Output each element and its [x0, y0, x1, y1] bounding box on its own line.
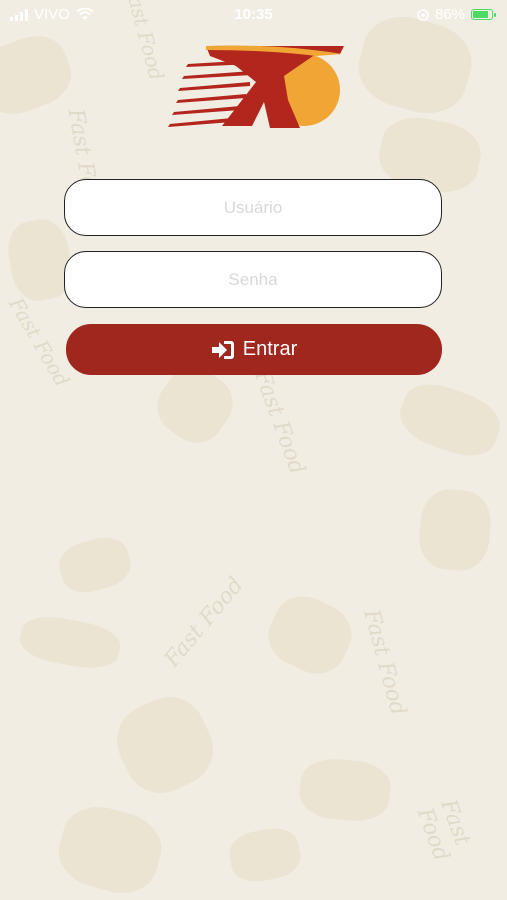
username-input[interactable] [64, 179, 442, 236]
decor-text: Fast Food [411, 796, 475, 865]
battery-icon [471, 9, 496, 20]
sign-in-icon [211, 340, 234, 359]
status-bar: VIVO 10:35 86% [0, 0, 507, 30]
decor-text: Fast Food [358, 606, 411, 719]
password-input[interactable] [64, 251, 442, 308]
food-doodle [16, 611, 124, 674]
food-doodle [226, 824, 304, 886]
battery-level [473, 11, 488, 18]
food-doodle [297, 756, 393, 824]
login-button-label: Entrar [242, 338, 298, 360]
food-doodle [0, 26, 80, 124]
food-doodle [392, 374, 507, 466]
brand-logo [168, 45, 344, 128]
food-doodle [54, 531, 136, 599]
decor-text: Fast Food [4, 293, 75, 391]
decor-text: Fast Food [159, 572, 249, 673]
status-right: 86% [417, 6, 496, 23]
food-doodle [416, 487, 494, 573]
food-doodle [105, 685, 225, 805]
food-doodle [258, 586, 362, 684]
orientation-lock-icon [417, 8, 429, 21]
food-doodle [51, 798, 169, 900]
decor-text: Fast Food [249, 367, 310, 478]
battery-percent: 86% [434, 6, 465, 23]
login-button[interactable]: Entrar [66, 324, 442, 375]
